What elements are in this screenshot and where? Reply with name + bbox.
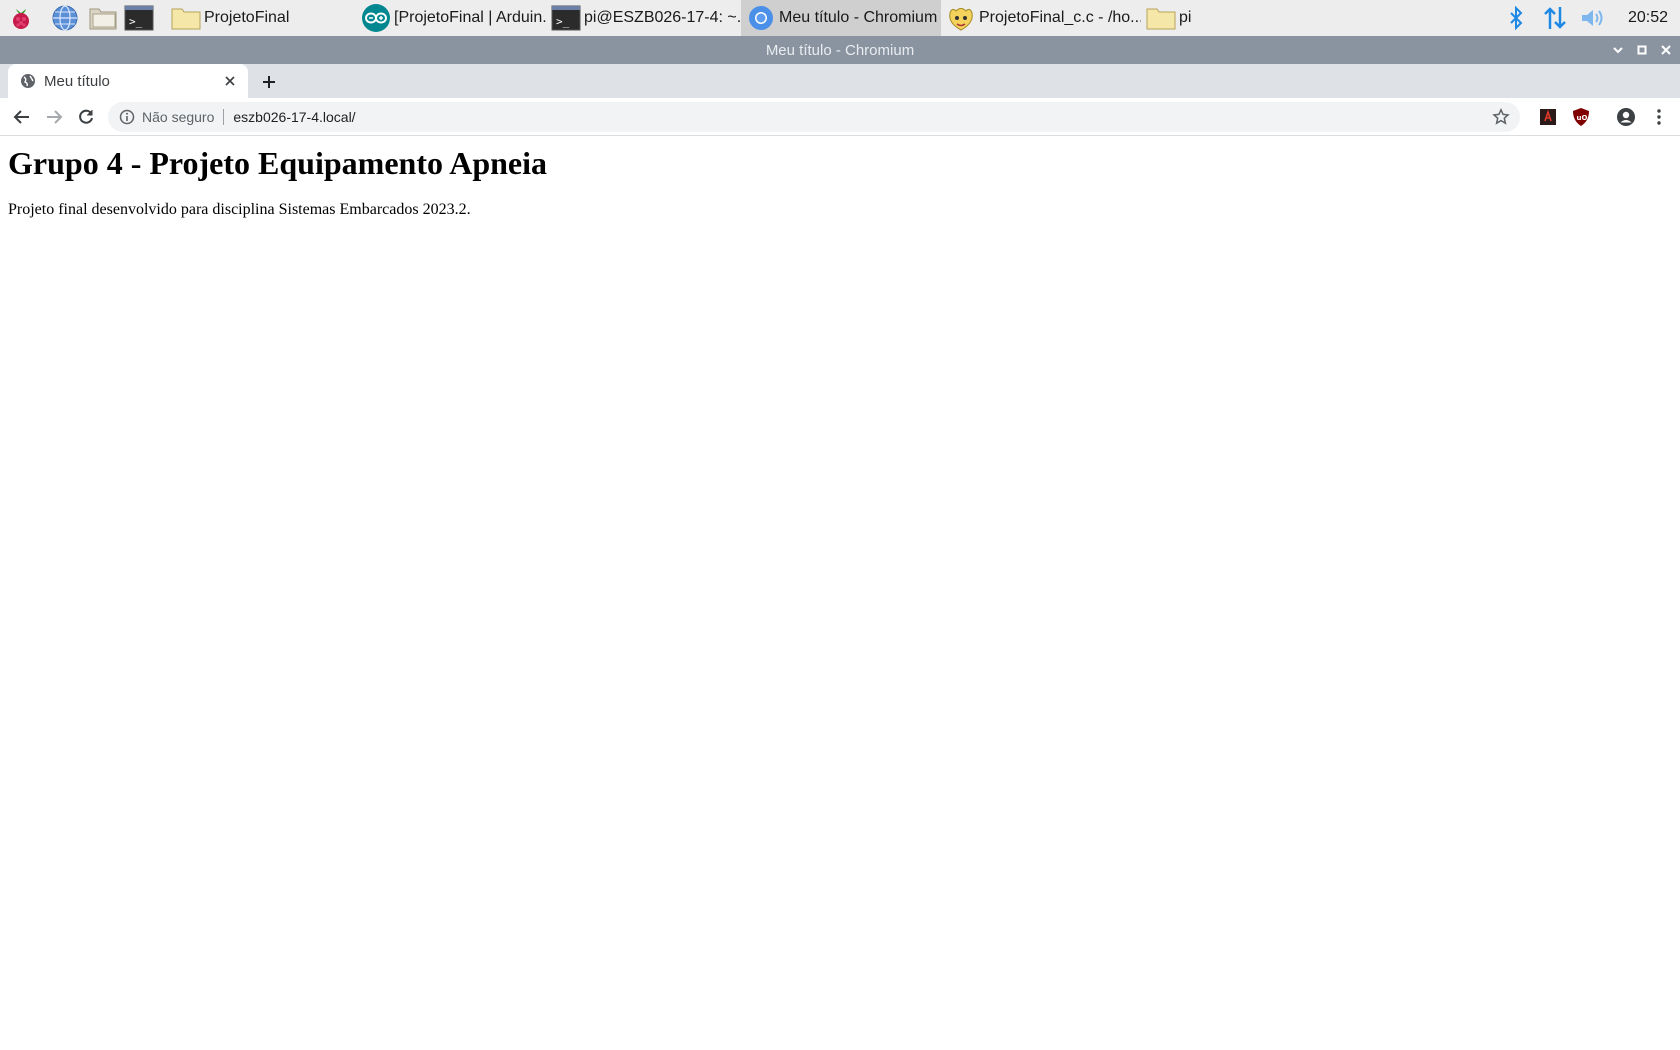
account-avatar-icon[interactable] (1615, 106, 1637, 128)
close-icon[interactable] (1655, 36, 1677, 64)
address-bar[interactable]: Não seguro eszb026-17-4.local/ (108, 102, 1520, 132)
window-titlebar[interactable]: Meu título - Chromium (0, 36, 1680, 64)
extension-icon[interactable] (1537, 106, 1559, 128)
task-geany[interactable]: ProjetoFinal_c.c - /ho... (941, 0, 1141, 36)
terminal-icon[interactable]: >_ (124, 3, 154, 33)
clock[interactable]: 20:52 (1628, 0, 1668, 36)
tab-title: Meu título (44, 72, 110, 90)
task-label: [ProjetoFinal | Arduin... (394, 9, 546, 26)
new-tab-icon[interactable] (258, 71, 280, 93)
security-label[interactable]: Não seguro (142, 109, 214, 125)
network-icon[interactable] (1540, 0, 1570, 36)
back-icon[interactable] (10, 105, 34, 129)
menu-kebab-icon[interactable] (1648, 106, 1670, 128)
forward-icon[interactable] (42, 105, 66, 129)
page-heading: Grupo 4 - Projeto Equipamento Apneia (8, 145, 547, 181)
file-manager-icon[interactable] (88, 3, 118, 33)
close-tab-icon[interactable] (220, 71, 240, 91)
task-label: Meu título - Chromium (779, 9, 938, 26)
minimize-icon[interactable] (1607, 36, 1629, 64)
task-label: ProjetoFinal_c.c - /ho... (979, 9, 1141, 26)
browser-tab[interactable]: Meu título (8, 64, 248, 98)
task-label: ProjetoFinal (204, 9, 290, 26)
globe-icon (20, 73, 36, 89)
page-content: Grupo 4 - Projeto Equipamento Apneia Pro… (0, 137, 1680, 1050)
raspberry-menu-icon[interactable] (6, 3, 36, 33)
page-paragraph: Projeto final desenvolvido para discipli… (8, 201, 471, 218)
task-arduino[interactable]: [ProjetoFinal | Arduin... (356, 0, 546, 36)
divider (223, 109, 225, 125)
web-browser-icon[interactable] (50, 3, 80, 33)
task-projetofinal-folder[interactable]: ProjetoFinal (166, 0, 356, 36)
bluetooth-icon[interactable] (1504, 0, 1528, 36)
tab-strip: Meu título (0, 64, 1680, 98)
folder-icon (170, 3, 202, 33)
geany-icon (945, 3, 977, 33)
bookmark-star-icon[interactable] (1492, 107, 1510, 126)
info-icon[interactable] (118, 108, 136, 126)
arduino-icon (360, 3, 392, 33)
taskbar: >_ ProjetoFinal [ProjetoFinal | Arduin..… (0, 0, 1680, 36)
window-title: Meu título - Chromium (765, 41, 915, 59)
svg-text:uO: uO (1577, 114, 1588, 122)
task-terminal[interactable]: >_ pi@ESZB026-17-4: ~... (546, 0, 741, 36)
task-pi-folder[interactable]: pi (1141, 0, 1341, 36)
chromium-icon (745, 3, 777, 33)
svg-text:>_: >_ (556, 15, 570, 28)
maximize-icon[interactable] (1631, 36, 1653, 64)
url-text[interactable]: eszb026-17-4.local/ (233, 109, 355, 125)
terminal-icon: >_ (550, 3, 582, 33)
browser-toolbar: Não seguro eszb026-17-4.local/ uO (0, 98, 1680, 136)
svg-text:>_: >_ (129, 15, 143, 28)
task-chromium[interactable]: Meu título - Chromium (741, 0, 941, 36)
folder-icon (1145, 3, 1177, 33)
ublock-shield-icon[interactable]: uO (1570, 106, 1592, 128)
volume-icon[interactable] (1578, 0, 1608, 36)
reload-icon[interactable] (74, 105, 98, 129)
task-label: pi (1179, 9, 1192, 26)
task-label: pi@ESZB026-17-4: ~... (584, 9, 741, 26)
